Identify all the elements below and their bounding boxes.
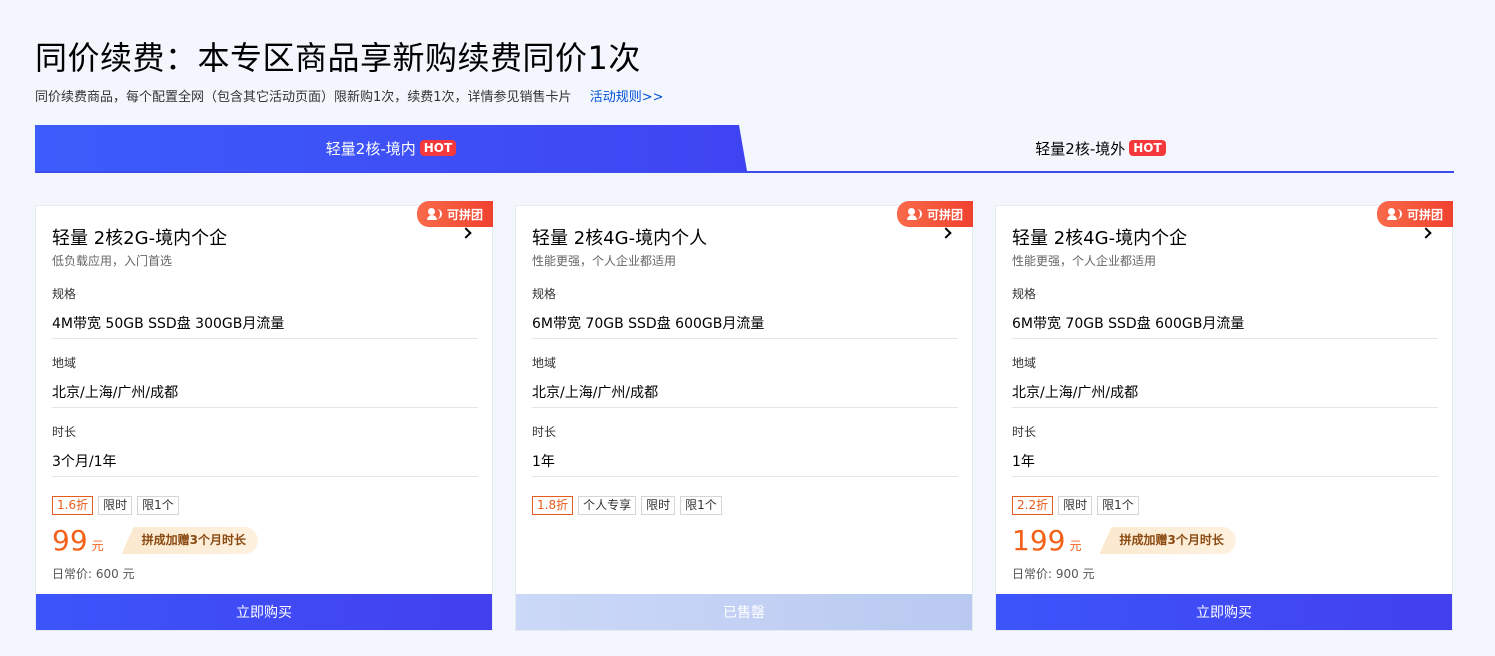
spec-label: 规格 — [532, 287, 557, 301]
tab-label: 轻量2核-境内 — [325, 139, 416, 158]
divider — [52, 407, 478, 408]
product-name: 轻量 2核4G-境内个人 — [532, 228, 708, 249]
divider — [532, 407, 958, 408]
region-label: 地域 — [52, 356, 77, 370]
group-buy-badge: 可拼团 — [896, 201, 973, 227]
duration-value: 3个月/1年 — [52, 454, 117, 470]
users-icon — [426, 208, 443, 220]
price-row: 199 元 拼成加赠3个月时长 — [1012, 524, 1236, 557]
hot-badge: HOT — [1129, 140, 1166, 156]
product-name: 轻量 2核4G-境内个企 — [1012, 228, 1188, 249]
badge-label: 可拼团 — [446, 207, 483, 222]
product-desc: 性能更强，个人企业都适用 — [1012, 254, 1157, 268]
tag-list: 1.8折 个人专享 限时 限1个 — [532, 496, 722, 515]
price-value: 99 — [52, 524, 88, 557]
tag: 限时 — [1058, 496, 1093, 515]
price-row: 99 元 拼成加赠3个月时长 — [52, 524, 259, 557]
duration-label: 时长 — [532, 425, 557, 439]
original-price: 日常价: 600 元 — [52, 567, 135, 581]
subtitle-text: 同价续费商品，每个配置全网（包含其它活动页面）限新购1次，续费1次，详情参见销售… — [35, 90, 572, 105]
duration-value: 1年 — [532, 454, 555, 470]
hot-badge: HOT — [419, 140, 457, 156]
activity-rules-link[interactable]: 活动规则>> — [590, 90, 664, 105]
tag: 限1个 — [1097, 496, 1139, 515]
spec-label: 规格 — [1012, 287, 1037, 301]
spec-label: 规格 — [52, 287, 77, 301]
tag: 限时 — [98, 496, 133, 515]
tag-list: 2.2折 限时 限1个 — [1012, 496, 1139, 515]
divider — [52, 338, 478, 339]
group-buy-badge: 可拼团 — [416, 201, 493, 227]
sold-out-button: 已售罄 — [516, 594, 972, 630]
product-card: 可拼团 轻量 2核2G-境内个企 低负载应用，入门首选 规格 4M带宽 50GB… — [35, 201, 493, 631]
product-desc: 性能更强，个人企业都适用 — [532, 254, 677, 268]
badge-label: 可拼团 — [926, 207, 963, 222]
divider — [1012, 476, 1438, 477]
users-icon — [906, 208, 923, 220]
tag: 个人专享 — [578, 496, 637, 515]
duration-label: 时长 — [52, 425, 77, 439]
region-label: 地域 — [1012, 356, 1037, 370]
badge-label: 可拼团 — [1406, 207, 1443, 222]
tab-label: 轻量2核-境外 — [1035, 139, 1126, 158]
tag-list: 1.6折 限时 限1个 — [52, 496, 179, 515]
region-value: 北京/上海/广州/成都 — [1012, 385, 1139, 401]
group-buy-badge: 可拼团 — [1376, 201, 1453, 227]
buy-now-button[interactable]: 立即购买 — [996, 594, 1452, 630]
chevron-right-icon[interactable] — [1420, 227, 1432, 239]
tag: 限1个 — [137, 496, 179, 515]
price-value: 199 — [1012, 524, 1066, 557]
duration-value: 1年 — [1012, 454, 1035, 470]
page-title: 同价续费：本专区商品享新购续费同价1次 — [35, 39, 641, 77]
product-name: 轻量 2核2G-境内个企 — [52, 228, 228, 249]
divider — [1012, 338, 1438, 339]
gift-banner: 拼成加赠3个月时长 — [121, 527, 259, 554]
chevron-right-icon[interactable] — [940, 227, 952, 239]
discount-tag: 1.6折 — [52, 496, 94, 515]
discount-tag: 1.8折 — [532, 496, 574, 515]
spec-value: 6M带宽 70GB SSD盘 600GB月流量 — [532, 316, 765, 332]
divider — [1012, 407, 1438, 408]
spec-value: 4M带宽 50GB SSD盘 300GB月流量 — [52, 316, 285, 332]
spec-value: 6M带宽 70GB SSD盘 600GB月流量 — [1012, 316, 1245, 332]
tab-domestic[interactable]: 轻量2核-境内 HOT — [35, 125, 747, 171]
original-price: 日常价: 900 元 — [1012, 567, 1095, 581]
divider — [532, 476, 958, 477]
gift-banner: 拼成加赠3个月时长 — [1099, 527, 1236, 554]
duration-label: 时长 — [1012, 425, 1037, 439]
divider — [532, 338, 958, 339]
price-unit: 元 — [1069, 539, 1082, 553]
chevron-right-icon[interactable] — [460, 227, 472, 239]
tag: 限时 — [641, 496, 676, 515]
region-label: 地域 — [532, 356, 557, 370]
price-unit: 元 — [91, 539, 104, 553]
product-card: 可拼团 轻量 2核4G-境内个人 性能更强，个人企业都适用 规格 6M带宽 70… — [515, 201, 973, 631]
product-card: 可拼团 轻量 2核4G-境内个企 性能更强，个人企业都适用 规格 6M带宽 70… — [995, 201, 1453, 631]
page-subtitle: 同价续费商品，每个配置全网（包含其它活动页面）限新购1次，续费1次，详情参见销售… — [35, 86, 663, 105]
discount-tag: 2.2折 — [1012, 496, 1054, 515]
tab-bar: 轻量2核-境内 HOT 轻量2核-境外 HOT — [35, 125, 1454, 173]
buy-now-button[interactable]: 立即购买 — [36, 594, 492, 630]
tab-overseas[interactable]: 轻量2核-境外 HOT — [747, 125, 1454, 171]
region-value: 北京/上海/广州/成都 — [532, 385, 659, 401]
divider — [52, 476, 478, 477]
product-desc: 低负载应用，入门首选 — [52, 254, 173, 268]
region-value: 北京/上海/广州/成都 — [52, 385, 179, 401]
users-icon — [1386, 208, 1403, 220]
tag: 限1个 — [680, 496, 722, 515]
